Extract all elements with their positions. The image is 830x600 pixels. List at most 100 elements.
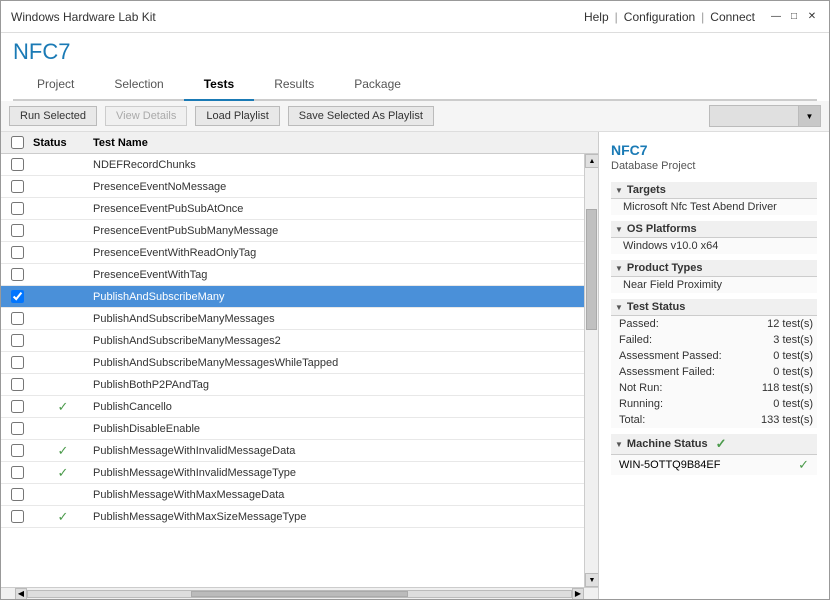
row-checkbox[interactable] bbox=[11, 246, 24, 259]
row-test-name: PresenceEventPubSubAtOnce bbox=[93, 203, 584, 215]
nav-links: Targets Help | Configuration | Connect bbox=[584, 10, 755, 24]
table-row[interactable]: PresenceEventPubSubManyMessage bbox=[1, 220, 584, 242]
table-row[interactable]: PresenceEventWithReadOnlyTag bbox=[1, 242, 584, 264]
left-panel: Status Test Name NDEFRecordChunks Presen… bbox=[1, 132, 599, 599]
close-button[interactable]: ✕ bbox=[805, 10, 819, 24]
tab-selection[interactable]: Selection bbox=[94, 69, 183, 101]
main-content: Status Test Name NDEFRecordChunks Presen… bbox=[1, 132, 829, 599]
tab-package[interactable]: Package bbox=[334, 69, 421, 101]
row-checkbox[interactable] bbox=[11, 180, 24, 193]
table-row[interactable]: PublishAndSubscribeManyMessages2 bbox=[1, 330, 584, 352]
playlist-dropdown-arrow[interactable]: ▼ bbox=[799, 105, 821, 127]
row-checkbox[interactable] bbox=[11, 356, 24, 369]
load-playlist-button[interactable]: Load Playlist bbox=[195, 106, 279, 126]
table-row[interactable]: PublishDisableEnable bbox=[1, 418, 584, 440]
row-checkbox[interactable] bbox=[11, 268, 24, 281]
table-row[interactable]: NDEFRecordChunks bbox=[1, 154, 584, 176]
row-test-name: PublishBothP2PAndTag bbox=[93, 379, 584, 391]
save-playlist-button[interactable]: Save Selected As Playlist bbox=[288, 106, 434, 126]
h-scroll-track[interactable] bbox=[27, 590, 572, 598]
row-test-name: PublishDisableEnable bbox=[93, 423, 584, 435]
row-checkbox[interactable] bbox=[11, 202, 24, 215]
table-row[interactable]: PublishMessageWithMaxMessageData bbox=[1, 484, 584, 506]
table-row[interactable]: PresenceEventPubSubAtOnce bbox=[1, 198, 584, 220]
tab-results[interactable]: Results bbox=[254, 69, 334, 101]
table-row[interactable]: PublishAndSubscribeManyMessages bbox=[1, 308, 584, 330]
machine-status-icon: ✓ bbox=[716, 436, 727, 452]
scroll-up-arrow[interactable]: ▲ bbox=[585, 154, 598, 168]
machine-status-header[interactable]: ▼ Machine Status ✓ bbox=[611, 434, 817, 455]
scroll-thumb[interactable] bbox=[586, 209, 597, 331]
row-checkbox[interactable] bbox=[11, 290, 24, 303]
row-checkbox[interactable] bbox=[11, 158, 24, 171]
status-label-passed: Passed: bbox=[611, 316, 745, 332]
run-selected-button[interactable]: Run Selected bbox=[9, 106, 97, 126]
row-checkbox[interactable] bbox=[11, 488, 24, 501]
table-row[interactable]: ✓ PublishMessageWithInvalidMessageType bbox=[1, 462, 584, 484]
row-checkbox[interactable] bbox=[11, 444, 24, 457]
configuration-link[interactable]: Configuration bbox=[624, 10, 695, 24]
scroll-down-arrow[interactable]: ▼ bbox=[585, 573, 598, 587]
playlist-input[interactable] bbox=[709, 105, 799, 127]
status-value-assessment-failed: 0 test(s) bbox=[745, 364, 817, 380]
row-status-pass: ✓ bbox=[33, 509, 93, 525]
select-all-checkbox[interactable] bbox=[11, 136, 24, 149]
row-test-name: PresenceEventNoMessage bbox=[93, 181, 584, 193]
test-status-header[interactable]: ▼ Test Status bbox=[611, 299, 817, 316]
status-row-running: Running: 0 test(s) bbox=[611, 396, 817, 412]
right-panel: NFC7 Database Project ▼ Targets Microsof… bbox=[599, 132, 829, 599]
table-row[interactable]: ✓ PublishCancello bbox=[1, 396, 584, 418]
status-value-not-run: 118 test(s) bbox=[745, 380, 817, 396]
connect-link[interactable]: Connect bbox=[710, 10, 755, 24]
vertical-scrollbar[interactable]: ▲ ▼ bbox=[584, 154, 598, 587]
status-value-total: 133 test(s) bbox=[745, 412, 817, 428]
scroll-left-arrow[interactable]: ◀ bbox=[15, 588, 27, 600]
view-details-button[interactable]: View Details bbox=[105, 106, 187, 126]
row-test-name: PublishMessageWithInvalidMessageType bbox=[93, 467, 584, 479]
minimize-button[interactable]: — bbox=[769, 10, 783, 24]
table-row[interactable]: PublishAndSubscribeManyMessagesWhileTapp… bbox=[1, 352, 584, 374]
machine-status-section: ▼ Machine Status ✓ WIN-5OTTQ9B84EF ✓ bbox=[611, 434, 817, 475]
table-row[interactable]: ✓ PublishMessageWithInvalidMessageData bbox=[1, 440, 584, 462]
status-row-assessment-failed: Assessment Failed: 0 test(s) bbox=[611, 364, 817, 380]
status-label-running: Running: bbox=[611, 396, 745, 412]
help-link[interactable]: Help bbox=[584, 10, 609, 24]
table-scroll-area: NDEFRecordChunks PresenceEventNoMessage … bbox=[1, 154, 598, 587]
table-row[interactable]: PresenceEventWithTag bbox=[1, 264, 584, 286]
status-label-assessment-passed: Assessment Passed: bbox=[611, 348, 745, 364]
tab-project[interactable]: Project bbox=[17, 69, 94, 101]
scroll-right-arrow[interactable]: ▶ bbox=[572, 588, 584, 600]
row-checkbox[interactable] bbox=[11, 378, 24, 391]
table-row[interactable]: ✓ PublishMessageWithMaxSizeMessageType bbox=[1, 506, 584, 528]
test-status-collapse-icon: ▼ bbox=[615, 303, 623, 312]
targets-collapse-icon: ▼ bbox=[615, 186, 623, 195]
tab-tests[interactable]: Tests bbox=[184, 69, 254, 101]
status-label-not-run: Not Run: bbox=[611, 380, 745, 396]
maximize-button[interactable]: □ bbox=[787, 10, 801, 24]
horizontal-scrollbar[interactable]: ◀ ▶ bbox=[1, 587, 598, 599]
status-row-total: Total: 133 test(s) bbox=[611, 412, 817, 428]
row-checkbox[interactable] bbox=[11, 466, 24, 479]
row-checkbox[interactable] bbox=[11, 510, 24, 523]
os-platforms-header[interactable]: ▼ OS Platforms bbox=[611, 221, 817, 238]
window-controls: — □ ✕ bbox=[769, 10, 819, 24]
targets-header[interactable]: ▼ Targets bbox=[611, 182, 817, 199]
machine-name: WIN-5OTTQ9B84EF bbox=[619, 459, 720, 471]
row-checkbox[interactable] bbox=[11, 312, 24, 325]
product-types-label: Product Types bbox=[627, 262, 703, 274]
row-checkbox[interactable] bbox=[11, 334, 24, 347]
table-row[interactable]: PublishBothP2PAndTag bbox=[1, 374, 584, 396]
row-status-pass: ✓ bbox=[33, 399, 93, 415]
h-scroll-thumb[interactable] bbox=[191, 591, 408, 597]
row-checkbox[interactable] bbox=[11, 422, 24, 435]
row-checkbox[interactable] bbox=[11, 400, 24, 413]
scroll-track[interactable] bbox=[585, 168, 598, 573]
app-header: NFC7 Project Selection Tests Results Pac… bbox=[1, 33, 829, 101]
status-value-passed: 12 test(s) bbox=[745, 316, 817, 332]
table-row-selected[interactable]: PublishAndSubscribeMany bbox=[1, 286, 584, 308]
product-types-header[interactable]: ▼ Product Types bbox=[611, 260, 817, 277]
row-checkbox[interactable] bbox=[11, 224, 24, 237]
table-body: NDEFRecordChunks PresenceEventNoMessage … bbox=[1, 154, 584, 587]
status-row-not-run: Not Run: 118 test(s) bbox=[611, 380, 817, 396]
table-row[interactable]: PresenceEventNoMessage bbox=[1, 176, 584, 198]
